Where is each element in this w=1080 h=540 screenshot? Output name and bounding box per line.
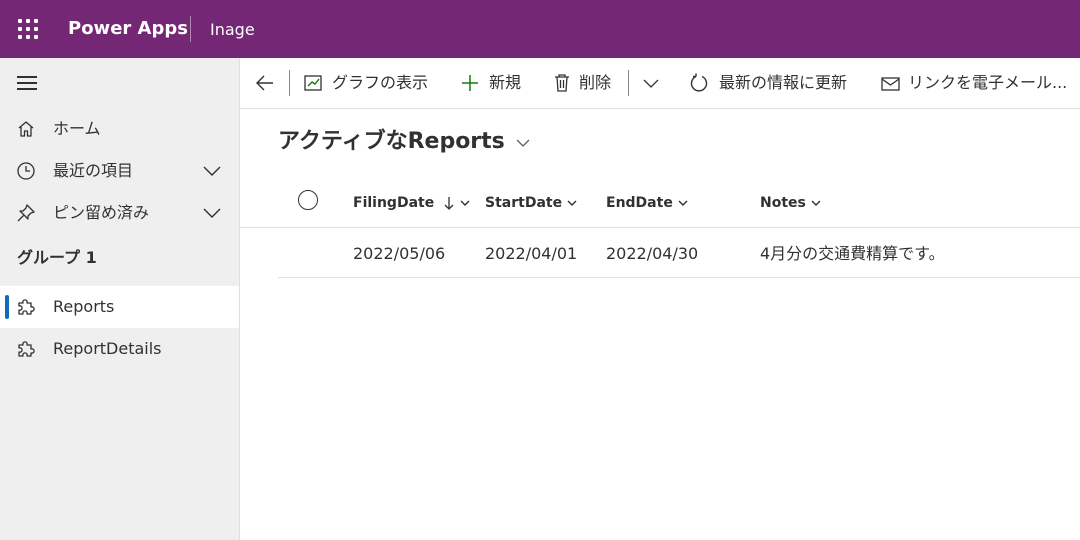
app-launcher-icon[interactable] [18,19,38,39]
column-header-label: EndDate [606,195,673,211]
grid-header: FilingDate StartDate EndDate Notes [278,178,1080,226]
new-button[interactable]: 新規 [459,58,529,108]
email-link-label: リンクを電子メール... [908,73,1068,92]
sort-descending-icon [444,197,454,210]
chevron-down-icon [460,200,470,206]
command-divider [628,70,629,96]
sidebar-item-label: ホーム [53,119,101,138]
chevron-down-icon [643,79,659,88]
sidebar-item-recent[interactable]: 最近の項目 [0,150,239,192]
chevron-down-icon [811,200,821,206]
group-title: グループ 1 [17,248,97,267]
back-arrow-icon [256,75,273,91]
view-selector-chevron-icon[interactable] [514,134,532,152]
column-header-enddate[interactable]: EndDate [606,194,689,212]
refresh-label: 最新の情報に更新 [719,73,848,92]
column-header-label: StartDate [485,195,563,211]
grid-divider [278,277,1080,278]
sidebar-item-pinned[interactable]: ピン留め済み [0,192,239,234]
chevron-down-icon [678,200,688,206]
pin-icon [17,204,35,222]
chevron-down-icon[interactable] [202,162,222,180]
hamburger-menu-icon[interactable] [17,76,37,90]
sidebar: ホーム 最近の項目 ピン留め済み グループ 1 Reports ReportDe… [0,58,240,540]
sidebar-item-reportdetails[interactable]: ReportDetails [0,328,239,370]
column-header-startdate[interactable]: StartDate [485,194,578,212]
sidebar-item-label: ピン留め済み [53,203,150,222]
command-divider [289,70,290,96]
delete-button[interactable]: 削除 [551,58,621,108]
chart-icon [304,75,322,91]
trash-icon [555,74,569,92]
selection-indicator [5,295,9,319]
column-header-notes[interactable]: Notes [760,194,822,212]
column-header-label: Notes [760,195,806,211]
cell-enddate[interactable]: 2022/04/30 [606,244,698,264]
back-button[interactable] [240,58,290,108]
sidebar-item-label: 最近の項目 [53,161,134,180]
grid-divider [240,227,1080,228]
puzzle-icon [18,299,35,315]
puzzle-icon [18,341,35,357]
email-link-icon [881,77,900,91]
sidebar-item-reports[interactable]: Reports [0,286,239,328]
column-header-label: FilingDate [353,195,435,211]
chevron-down-icon [567,200,577,206]
delete-label: 削除 [579,73,612,92]
home-icon [18,121,34,137]
chevron-down-icon[interactable] [202,204,222,222]
new-label: 新規 [489,73,522,92]
app-name[interactable]: Power Apps [68,18,188,40]
show-chart-button[interactable]: グラフの表示 [302,58,437,108]
sidebar-item-label: Reports [53,297,115,316]
refresh-icon [690,73,708,92]
header-divider [190,16,191,42]
refresh-button[interactable]: 最新の情報に更新 [688,58,858,108]
column-header-filingdate[interactable]: FilingDate [353,194,471,212]
cell-notes[interactable]: 4月分の交通費精算です。 [760,244,945,264]
more-delete-options-button[interactable] [636,58,666,108]
sidebar-item-label: ReportDetails [53,339,162,358]
view-title[interactable]: アクティブなReports [278,128,505,156]
clock-icon [17,162,35,180]
sidebar-item-home[interactable]: ホーム [0,108,239,150]
top-bar: Power Apps Inage [0,0,1080,58]
plus-icon [462,75,478,91]
app-title[interactable]: Inage [210,20,255,40]
show-chart-label: グラフの表示 [332,73,429,92]
cell-startdate[interactable]: 2022/04/01 [485,244,577,264]
cell-filingdate[interactable]: 2022/05/06 [353,244,445,264]
email-link-button[interactable]: リンクを電子メール... [880,58,1080,108]
select-all-checkbox[interactable] [298,190,318,210]
command-bar: グラフの表示 新規 削除 最新の情報に更新 リンクを電子メール... [240,58,1080,109]
